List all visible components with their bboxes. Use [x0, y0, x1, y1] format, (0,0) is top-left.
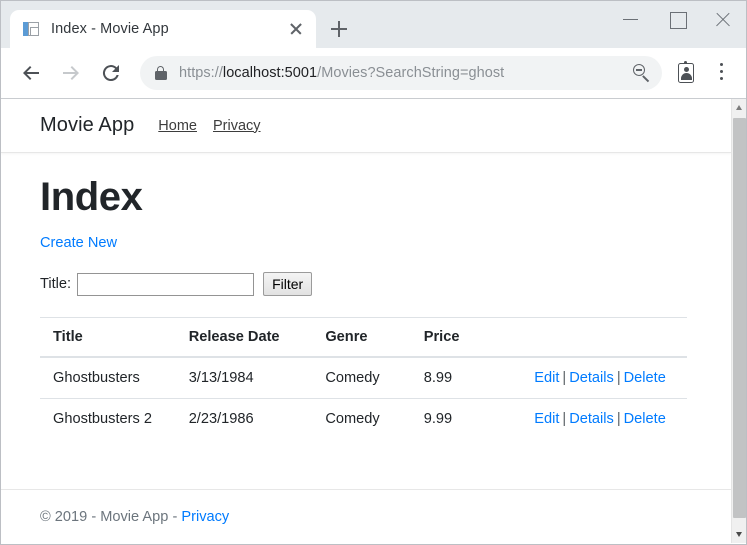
action-separator: | — [562, 411, 567, 427]
cell-price: 8.99 — [423, 356, 535, 399]
movies-table: Title Release Date Genre Price Ghostbust… — [40, 317, 687, 439]
url-host: localhost:5001 — [222, 65, 318, 81]
action-separator: | — [616, 411, 621, 427]
cell-title: Ghostbusters 2 — [40, 398, 189, 439]
address-bar[interactable]: https://localhost:5001/Movies?SearchStri… — [140, 56, 662, 90]
movies-table-body: Ghostbusters 3/13/1984 Comedy 8.99 Edit |… — [40, 356, 687, 439]
cell-release-date: 3/13/1984 — [188, 356, 326, 399]
site-brand[interactable]: Movie App — [40, 114, 134, 137]
cell-release-date: 2/23/1986 — [188, 398, 326, 439]
filter-form: Title: Filter — [40, 272, 692, 296]
nav-link-privacy[interactable]: Privacy — [213, 118, 261, 134]
page-document-icon — [23, 21, 40, 38]
column-header-genre: Genre — [325, 317, 424, 358]
column-header-actions — [534, 317, 687, 358]
vertical-scrollbar[interactable] — [731, 99, 746, 543]
web-page: Movie App Home Privacy Index Create New … — [1, 99, 731, 543]
table-header-row: Title Release Date Genre Price — [40, 317, 687, 358]
cell-genre: Comedy — [325, 356, 424, 399]
footer-copyright: © 2019 - Movie App - — [40, 508, 178, 525]
column-header-title: Title — [40, 317, 189, 358]
create-new-wrap: Create New — [40, 234, 692, 252]
forward-arrow-icon — [54, 56, 88, 90]
maximize-icon[interactable] — [654, 1, 700, 33]
nav-link-home[interactable]: Home — [158, 118, 197, 134]
scroll-down-arrow-icon[interactable] — [732, 526, 746, 543]
back-arrow-icon[interactable] — [14, 56, 48, 90]
cell-price: 9.99 — [423, 398, 535, 439]
page-viewport: Movie App Home Privacy Index Create New … — [1, 99, 746, 543]
close-icon[interactable] — [284, 17, 308, 41]
scroll-up-arrow-icon[interactable] — [732, 99, 746, 116]
edit-link[interactable]: Edit — [534, 411, 559, 427]
details-link[interactable]: Details — [569, 370, 614, 386]
url-path: /Movies?SearchString=ghost — [317, 65, 505, 81]
footer-privacy-link[interactable]: Privacy — [181, 509, 229, 525]
cell-title: Ghostbusters — [40, 356, 189, 399]
action-separator: | — [562, 370, 567, 386]
browser-tabstrip-area: Index - Movie App — [1, 1, 746, 48]
url-text: https://localhost:5001/Movies?SearchStri… — [179, 65, 628, 81]
filter-button[interactable]: Filter — [263, 272, 313, 296]
delete-link[interactable]: Delete — [624, 411, 666, 427]
table-row: Ghostbusters 2 2/23/1986 Comedy 9.99 Edi… — [40, 398, 687, 439]
page-title: Index — [40, 175, 143, 219]
three-dot-menu-icon[interactable] — [706, 57, 738, 89]
details-link[interactable]: Details — [569, 411, 614, 427]
title-filter-label: Title: — [40, 276, 72, 292]
edit-link[interactable]: Edit — [534, 370, 559, 386]
create-new-link[interactable]: Create New — [40, 235, 117, 251]
cell-genre: Comedy — [325, 398, 424, 439]
browser-tab-index-movie-app[interactable]: Index - Movie App — [10, 10, 316, 48]
new-tab-button[interactable] — [324, 14, 354, 44]
delete-link[interactable]: Delete — [624, 370, 666, 386]
lock-icon — [154, 65, 167, 81]
page-content: Index Create New Title: Filter Title Rel… — [1, 175, 731, 439]
reload-icon[interactable] — [94, 56, 128, 90]
action-separator: | — [616, 370, 621, 386]
browser-window: Index - Movie App https://localhost:5001… — [0, 0, 747, 545]
cell-actions: Edit | Details | Delete — [534, 398, 687, 439]
url-scheme: https:// — [179, 65, 223, 81]
site-navbar: Movie App Home Privacy — [1, 99, 731, 153]
profile-badge-icon[interactable] — [670, 57, 702, 89]
zoom-out-magnifier-icon[interactable] — [628, 59, 656, 87]
title-search-input[interactable] — [77, 272, 255, 296]
minimize-icon[interactable] — [608, 1, 654, 33]
browser-toolbar: https://localhost:5001/Movies?SearchStri… — [1, 48, 746, 99]
column-header-release-date: Release Date — [188, 317, 326, 358]
tabstrip: Index - Movie App — [1, 1, 746, 48]
movies-table-head: Title Release Date Genre Price — [40, 317, 687, 358]
window-controls — [608, 1, 746, 48]
table-row: Ghostbusters 3/13/1984 Comedy 8.99 Edit |… — [40, 356, 687, 399]
site-footer: © 2019 - Movie App - Privacy — [1, 489, 731, 543]
window-close-icon[interactable] — [700, 1, 746, 33]
scrollbar-thumb[interactable] — [733, 118, 746, 518]
cell-actions: Edit | Details | Delete — [534, 356, 687, 399]
column-header-price: Price — [423, 317, 535, 358]
tab-title: Index - Movie App — [51, 21, 169, 37]
